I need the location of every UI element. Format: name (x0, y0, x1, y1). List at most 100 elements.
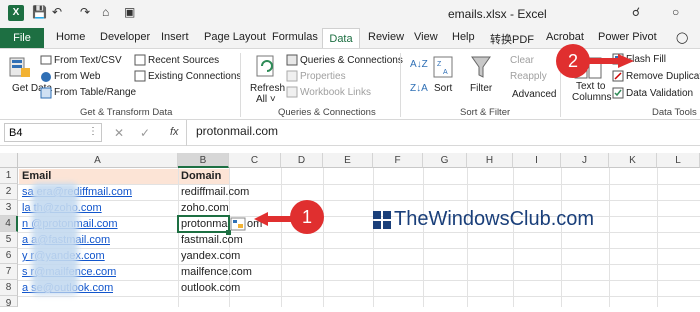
row-header-4[interactable]: 4 (0, 216, 18, 232)
row-header-3[interactable]: 3 (0, 200, 18, 216)
insert-function-icon[interactable]: fx (170, 126, 179, 138)
name-box-dropdown-icon[interactable]: ⋮ (88, 126, 98, 137)
advanced-button[interactable]: Advanced (512, 89, 556, 100)
redo-icon[interactable]: ↷ (80, 5, 90, 19)
recent-sources-icon (134, 54, 146, 66)
tab-insert[interactable]: Insert (161, 31, 189, 43)
col-gridline (423, 168, 424, 307)
cell-b7[interactable]: mailfence.com (181, 264, 252, 280)
row-header-1[interactable]: 1 (0, 168, 18, 184)
lightbulb-icon[interactable]: ◯ (676, 31, 688, 44)
from-table-range-button[interactable]: From Table/Range (54, 87, 136, 98)
cell-a1[interactable]: Email (22, 168, 51, 184)
column-header-i[interactable]: I (513, 153, 561, 168)
sort-za-icon[interactable]: Z↓A (410, 83, 428, 94)
row-header-6[interactable]: 6 (0, 248, 18, 264)
cell-b2[interactable]: rediffmail.com (181, 184, 249, 200)
tab-convert-pdf[interactable]: 转换PDF (490, 31, 534, 47)
text-to-columns-button[interactable]: Text to (576, 81, 605, 92)
home-icon[interactable]: ⌂ (102, 5, 109, 19)
spreadsheet-grid: A B C D E F G H I J K L 1 2 3 4 5 6 7 8 … (0, 153, 700, 309)
tab-home[interactable]: Home (56, 31, 85, 43)
column-header-h[interactable]: H (467, 153, 513, 168)
cell-b1[interactable]: Domain (181, 168, 221, 184)
column-header-d[interactable]: D (281, 153, 323, 168)
tab-developer[interactable]: Developer (100, 31, 150, 43)
cell-b6[interactable]: yandex.com (181, 248, 240, 264)
reapply-button[interactable]: Reapply (510, 71, 547, 82)
search-icon[interactable]: ☌ (632, 5, 640, 19)
column-header-f[interactable]: F (373, 153, 423, 168)
refresh-all-button[interactable]: Refresh (250, 83, 285, 94)
separator (240, 53, 241, 117)
tab-view[interactable]: View (414, 31, 438, 43)
tab-page-layout[interactable]: Page Layout (204, 31, 266, 43)
sort-button[interactable]: Sort (434, 83, 452, 94)
properties-button[interactable]: Properties (300, 71, 346, 82)
from-web-button[interactable]: From Web (54, 71, 101, 82)
filter-icon[interactable] (470, 55, 492, 79)
undo-icon[interactable]: ↶ (52, 5, 62, 19)
tab-data[interactable]: Data (322, 28, 360, 48)
cancel-icon[interactable]: ✕ (114, 126, 124, 140)
column-header-b[interactable]: B (178, 153, 229, 168)
filter-button[interactable]: Filter (470, 83, 492, 94)
row-gridline (18, 200, 700, 201)
row-header-2[interactable]: 2 (0, 184, 18, 200)
save-icon[interactable]: 💾 (32, 5, 47, 19)
row-gridline (18, 216, 700, 217)
cell-b3[interactable]: zoho.com (181, 200, 229, 216)
sort-az-icon[interactable]: A↓Z (410, 59, 428, 70)
column-header-a[interactable]: A (18, 153, 178, 168)
from-text-csv-button[interactable]: From Text/CSV (54, 55, 122, 66)
queries-connections-button[interactable]: Queries & Connections (300, 55, 403, 66)
row-gridline (18, 232, 700, 233)
row-header-5[interactable]: 5 (0, 232, 18, 248)
recent-sources-button[interactable]: Recent Sources (148, 55, 219, 66)
column-header-c[interactable]: C (229, 153, 281, 168)
tab-review[interactable]: Review (368, 31, 404, 43)
column-header-j[interactable]: J (561, 153, 609, 168)
camera-icon[interactable]: ▣ (124, 5, 135, 19)
tab-power-pivot[interactable]: Power Pivot (598, 31, 657, 43)
remove-duplicates-icon (612, 70, 624, 82)
cell-b5[interactable]: fastmail.com (181, 232, 243, 248)
refresh-all-label: All ˅ (256, 94, 276, 105)
group-queries-label: Queries & Connections (278, 107, 376, 118)
data-validation-button[interactable]: Data Validation (626, 88, 693, 99)
ribbon-tabs: File Home Developer Insert Page Layout F… (0, 28, 700, 48)
existing-connections-button[interactable]: Existing Connections (148, 71, 241, 82)
formula-input[interactable]: protonmail.com (196, 124, 278, 138)
clear-button[interactable]: Clear (510, 55, 534, 66)
row-header-7[interactable]: 7 (0, 264, 18, 280)
row-header-9[interactable]: 9 (0, 296, 18, 309)
row-gridline (18, 248, 700, 249)
column-header-e[interactable]: E (323, 153, 373, 168)
get-data-icon[interactable] (8, 54, 32, 80)
separator (400, 53, 401, 117)
callout-arrow-2 (584, 54, 634, 68)
column-header-k[interactable]: K (609, 153, 657, 168)
select-all-corner[interactable] (0, 153, 18, 168)
table-icon (40, 87, 52, 99)
column-header-l[interactable]: L (657, 153, 700, 168)
account-icon[interactable]: ○ (672, 5, 679, 19)
remove-duplicates-button[interactable]: Remove Duplicates (626, 71, 700, 82)
tab-help[interactable]: Help (452, 31, 475, 43)
sort-icon[interactable]: ZA (432, 55, 454, 79)
tab-acrobat[interactable]: Acrobat (546, 31, 584, 43)
column-header-g[interactable]: G (423, 153, 467, 168)
web-icon (41, 72, 51, 82)
tab-formulas[interactable]: Formulas (272, 31, 318, 43)
row-header-8[interactable]: 8 (0, 280, 18, 296)
refresh-icon[interactable] (254, 53, 278, 79)
enter-icon[interactable]: ✓ (140, 126, 150, 140)
cell-b4[interactable]: protonma (181, 216, 228, 232)
col-gridline (373, 168, 374, 307)
text-csv-icon (40, 55, 52, 65)
row-gridline (18, 280, 700, 281)
tab-file[interactable]: File (0, 28, 44, 48)
workbook-links-button[interactable]: Workbook Links (300, 87, 371, 98)
flash-fill-options-icon[interactable] (230, 217, 246, 231)
cell-b8[interactable]: outlook.com (181, 280, 240, 296)
